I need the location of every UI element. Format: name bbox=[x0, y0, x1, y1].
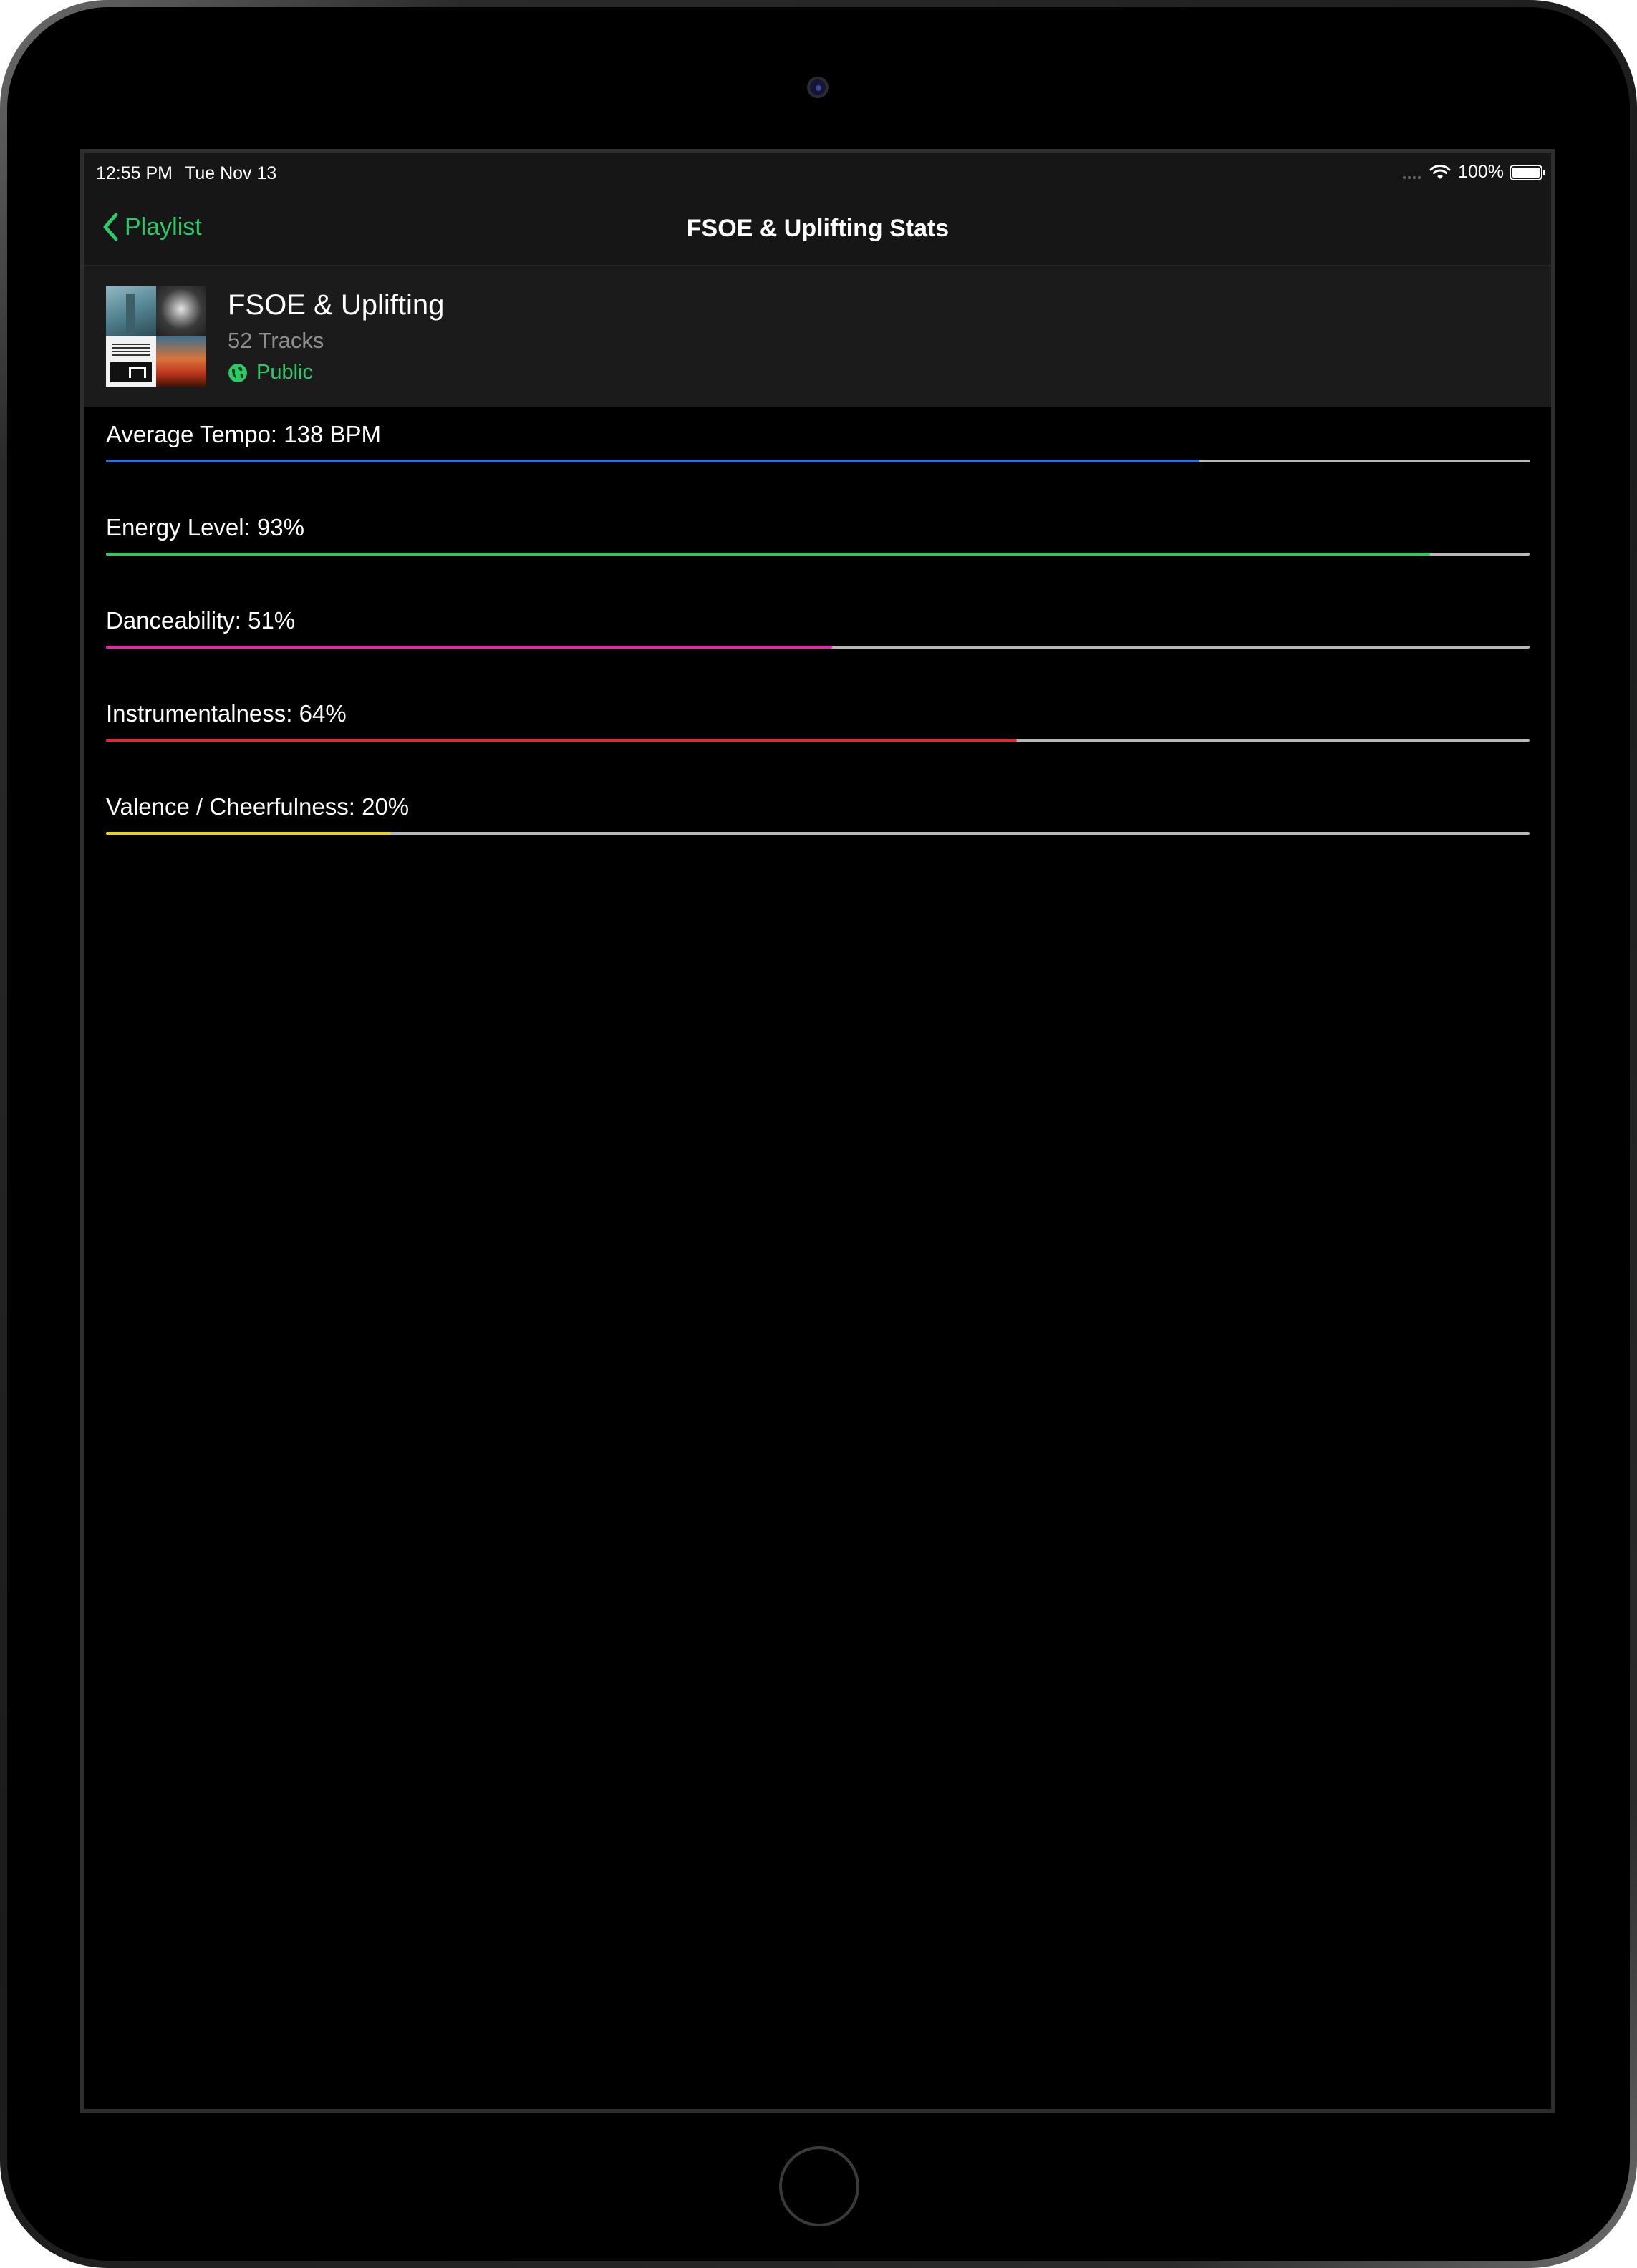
ipad-frame: 12:55 PM Tue Nov 13 100% Playlist FSOE &… bbox=[0, 0, 1637, 2268]
stat-instrumentalness: Instrumentalness: 64% bbox=[106, 700, 1530, 793]
stat-progress-bar bbox=[106, 553, 1530, 556]
stat-progress-fill bbox=[106, 553, 1430, 556]
stat-progress-fill bbox=[106, 739, 1018, 742]
stat-progress-bar bbox=[106, 832, 1530, 835]
stat-progress-bar bbox=[106, 460, 1530, 462]
artwork-tile bbox=[156, 336, 206, 387]
stat-progress-fill bbox=[106, 832, 391, 835]
stat-label: Danceability: 51% bbox=[106, 607, 296, 634]
battery-icon bbox=[1510, 164, 1545, 180]
wifi-icon bbox=[1429, 164, 1451, 179]
playlist-header: FSOE & Uplifting 52 Tracks Public bbox=[84, 266, 1551, 407]
front-camera bbox=[807, 77, 829, 98]
page-title: FSOE & Uplifting Stats bbox=[686, 215, 950, 242]
navigation-bar: Playlist FSOE & Uplifting Stats bbox=[84, 196, 1551, 266]
stat-progress-fill bbox=[106, 646, 832, 649]
stat-danceability: Danceability: 51% bbox=[106, 607, 1530, 700]
status-time: 12:55 PM bbox=[96, 163, 173, 183]
stat-average-tempo: Average Tempo: 138 BPM bbox=[106, 421, 1530, 514]
stat-label: Instrumentalness: 64% bbox=[106, 700, 347, 727]
stat-label: Energy Level: 93% bbox=[106, 514, 305, 541]
stat-label: Valence / Cheerfulness: 20% bbox=[106, 793, 410, 820]
stat-progress-fill bbox=[106, 460, 1199, 462]
status-bar: 12:55 PM Tue Nov 13 100% bbox=[84, 153, 1551, 196]
playlist-artwork bbox=[106, 286, 206, 387]
stat-progress-bar bbox=[106, 646, 1530, 649]
status-indicators: 100% bbox=[1403, 162, 1545, 183]
cellular-signal-icon bbox=[1403, 175, 1421, 179]
stat-label: Average Tempo: 138 BPM bbox=[106, 421, 382, 447]
visibility-label: Public bbox=[256, 361, 313, 384]
home-button[interactable] bbox=[779, 2146, 859, 2226]
artwork-tile bbox=[156, 286, 206, 336]
screen: 12:55 PM Tue Nov 13 100% Playlist FSOE &… bbox=[80, 149, 1555, 2113]
status-date: Tue Nov 13 bbox=[185, 163, 277, 183]
stat-progress-bar bbox=[106, 739, 1530, 742]
playlist-name: FSOE & Uplifting bbox=[228, 289, 445, 321]
battery-percent: 100% bbox=[1458, 162, 1504, 182]
playlist-track-count: 52 Tracks bbox=[228, 328, 324, 353]
stat-energy-level: Energy Level: 93% bbox=[106, 514, 1530, 607]
artwork-tile bbox=[106, 286, 156, 336]
battery-level bbox=[1512, 167, 1540, 178]
playlist-visibility: Public bbox=[228, 361, 313, 384]
artwork-tile bbox=[106, 336, 156, 387]
stats-list: Average Tempo: 138 BPM Energy Level: 93%… bbox=[106, 421, 1530, 886]
globe-icon bbox=[228, 363, 247, 382]
stat-valence: Valence / Cheerfulness: 20% bbox=[106, 793, 1530, 886]
